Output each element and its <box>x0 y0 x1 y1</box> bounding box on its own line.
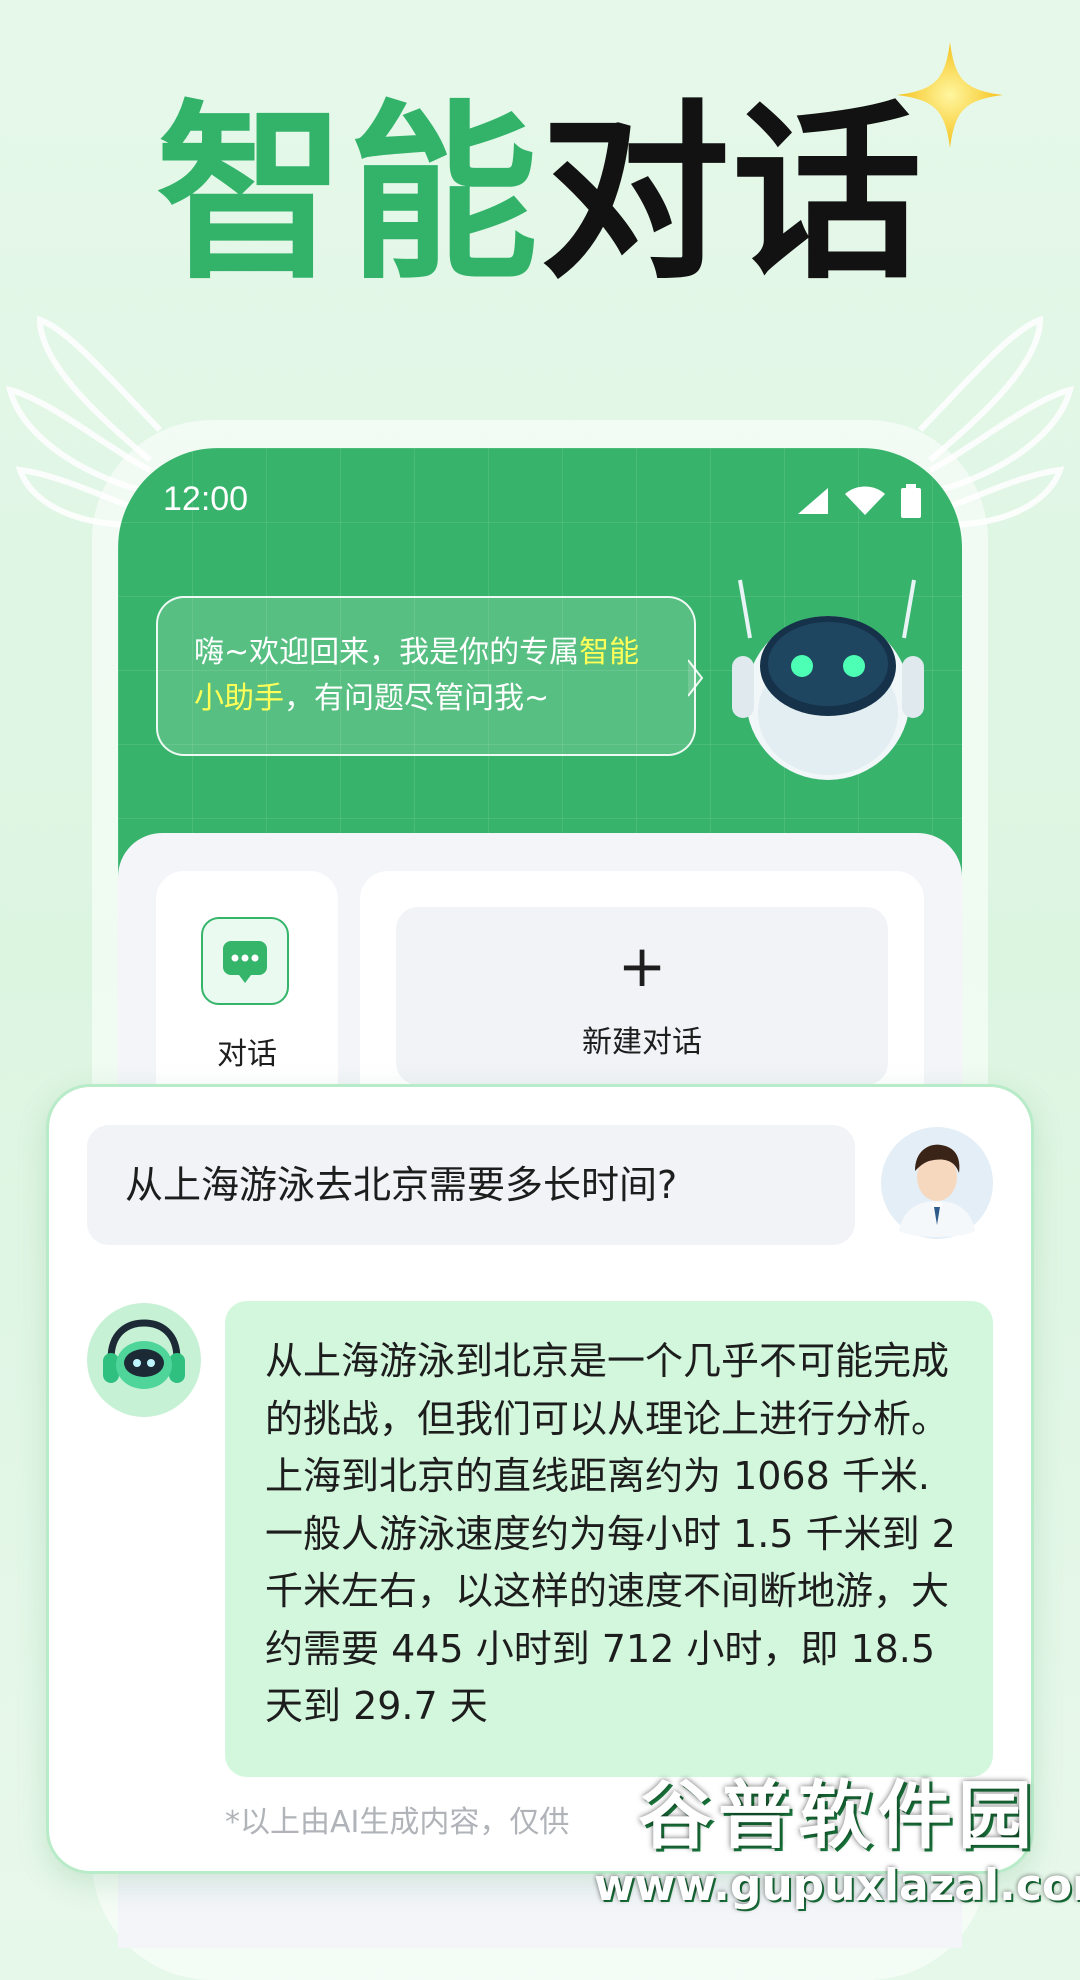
watermark-name: 谷普软件园 <box>638 1773 1038 1859</box>
user-avatar <box>881 1127 993 1239</box>
sparkle-icon <box>897 42 1003 148</box>
bubble-tail <box>688 659 704 697</box>
user-message-bubble: 从上海游泳去北京需要多长时间? <box>87 1125 855 1245</box>
chat-nav-label: 对话 <box>217 1037 277 1072</box>
new-chat-button[interactable]: + 新建对话 <box>396 907 888 1085</box>
new-chat-label: 新建对话 <box>582 1025 702 1060</box>
watermark: 谷普软件园 www.gupuxlazal.com <box>594 1748 1080 1920</box>
chat-bubble-icon <box>201 917 289 1005</box>
greeting-text-2: ，有问题尽管问我~ <box>284 681 550 716</box>
greeting-bubble: 嗨~欢迎回来，我是你的专属智能小助手，有问题尽管问我~ <box>156 596 696 756</box>
signal-icon <box>798 488 828 514</box>
battery-icon <box>901 484 921 518</box>
bot-message-bubble: 从上海游泳到北京是一个几乎不可能完成的挑战，但我们可以从理论上进行分析。上海到北… <box>225 1301 993 1777</box>
headline-black-text: 对话 <box>540 84 925 305</box>
status-icons <box>796 484 922 518</box>
wifi-icon <box>845 486 885 515</box>
greeting-text-1: 嗨~欢迎回来，我是你的专属 <box>194 635 580 670</box>
watermark-url: www.gupuxlazal.com <box>594 1860 1080 1911</box>
robot-mascot-icon <box>732 579 924 780</box>
headline-green-text: 智能 <box>155 84 540 305</box>
plus-icon: + <box>617 932 667 1000</box>
status-time: 12:00 <box>163 480 249 518</box>
bot-avatar <box>87 1303 201 1417</box>
ai-disclaimer: *以上由AI生成内容，仅供 <box>225 1805 570 1840</box>
